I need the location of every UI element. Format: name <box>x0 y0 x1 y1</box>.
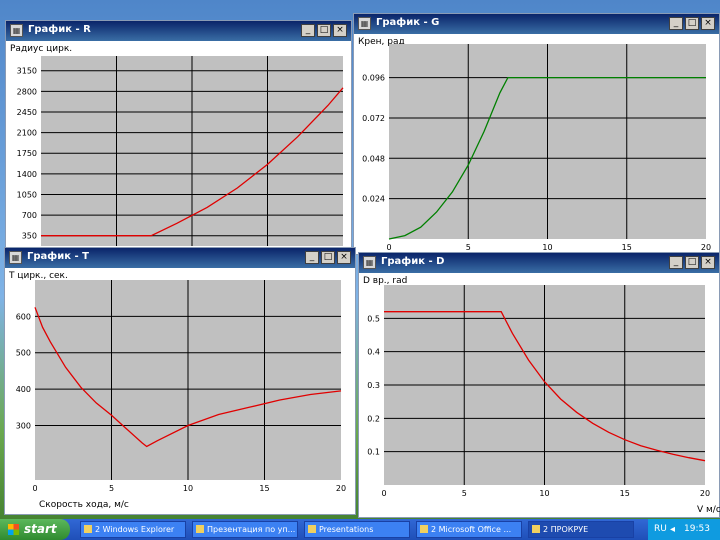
x-tick-label: 10 <box>183 484 193 493</box>
y-tick-label: 0.3 <box>367 381 380 390</box>
x-tick-label: 15 <box>620 489 630 498</box>
plot-rudder: 0.1 0.2 0.3 0.4 0.5 0 5 10 15 20 <box>367 285 710 498</box>
x-tick-label: 10 <box>542 243 552 252</box>
y-tick-label: 0.4 <box>367 348 380 357</box>
window-graph-d[interactable]: ▦ График - D _ □ × D вр., rad V м/с 0.1 0… <box>358 252 720 518</box>
x-tick-label: 5 <box>466 243 471 252</box>
x-tick-label: 0 <box>381 489 386 498</box>
taskbar-item[interactable]: 2 Microsoft Office ... <box>416 521 522 538</box>
y-tick-label: 0.048 <box>362 154 385 163</box>
start-button[interactable]: start <box>0 519 70 540</box>
windows-flag-icon <box>8 524 19 535</box>
x-tick-label: 0 <box>32 484 37 493</box>
plot-roll: 0.024 0.048 0.072 0.096 0 5 10 15 20 <box>362 44 711 252</box>
x-tick-label: 5 <box>109 484 114 493</box>
y-tick-label: 0.096 <box>362 74 385 83</box>
y-tick-label: 0.072 <box>362 114 385 123</box>
office-icon <box>420 525 428 533</box>
taskbar-item[interactable]: Presentations <box>304 521 410 538</box>
y-tick-label: 2100 <box>17 129 37 138</box>
y-tick-label: 1750 <box>17 149 37 158</box>
y-tick-label: 350 <box>22 232 37 241</box>
y-tick-label: 1050 <box>17 190 37 199</box>
speaker-icon[interactable]: ◂ <box>670 519 675 540</box>
y-tick-label: 400 <box>16 385 31 394</box>
y-tick-label: 0.2 <box>367 414 380 423</box>
y-tick-label: 0.1 <box>367 448 380 457</box>
window-graph-r[interactable]: ▦ График - R _ □ × Радиус цирк. 350 700 10… <box>5 20 352 252</box>
x-tick-label: 20 <box>701 243 711 252</box>
folder-icon <box>84 525 92 533</box>
window-graph-t[interactable]: ▦ График - T _ □ × Т цирк., сек. Скорост… <box>4 247 356 515</box>
plot-radius: 350 700 1050 1400 1750 2100 2450 2800 3150 <box>17 56 344 246</box>
y-tick-label: 500 <box>16 349 31 358</box>
x-tick-label: 5 <box>462 489 467 498</box>
powerpoint-icon <box>196 525 204 533</box>
folder-icon <box>308 525 316 533</box>
taskbar-item[interactable]: 2 Windows Explorer <box>80 521 186 538</box>
x-tick-label: 0 <box>386 243 391 252</box>
y-tick-label: 0.5 <box>367 314 380 323</box>
x-tick-label: 15 <box>622 243 632 252</box>
y-tick-label: 2450 <box>17 108 37 117</box>
plot-period: 300 400 500 600 0 5 10 15 20 <box>16 280 346 493</box>
y-tick-label: 1400 <box>17 170 37 179</box>
x-tick-label: 15 <box>259 484 269 493</box>
taskbar: start 2 Windows Explorer Презентация по … <box>0 519 720 540</box>
y-tick-label: 2800 <box>17 87 37 96</box>
system-tray: RU ◂ 19:53 <box>648 519 720 540</box>
clock: 19:53 <box>684 524 710 534</box>
app-icon <box>532 525 540 533</box>
y-tick-label: 700 <box>22 211 37 220</box>
y-tick-label: 3150 <box>17 67 37 76</box>
language-indicator[interactable]: RU <box>654 519 667 540</box>
taskbar-item-active[interactable]: 2 ПРОКРУЕ <box>528 521 634 538</box>
y-tick-label: 300 <box>16 421 31 430</box>
x-tick-label: 10 <box>539 489 549 498</box>
x-tick-label: 20 <box>700 489 710 498</box>
y-tick-label: 0.024 <box>362 195 385 204</box>
window-graph-g[interactable]: ▦ График - G _ □ × Крен, рад 0.024 0.048 0… <box>353 13 720 255</box>
taskbar-item[interactable]: Презентация по уп... <box>192 521 298 538</box>
x-tick-label: 20 <box>336 484 346 493</box>
y-tick-label: 600 <box>16 312 31 321</box>
